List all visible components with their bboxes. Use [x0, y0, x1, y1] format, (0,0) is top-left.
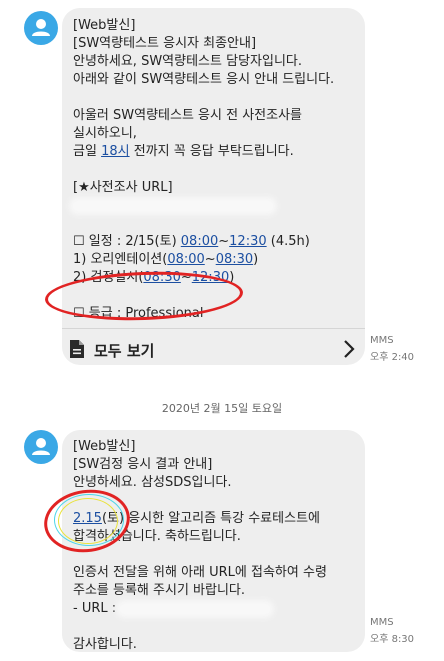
- message-body-2: [Web발신] [SW검정 응시 결과 안내] 안녕하세요. 삼성SDS입니다. 2.…: [73, 438, 357, 654]
- message-text: 인증서 전달을 위해 아래 URL에 접속하여 수령: [73, 565, 327, 580]
- message-text: 주소를 등록해 주시기 바랍니다.: [73, 583, 246, 598]
- message-line: 인증서 전달을 위해 아래 URL에 접속하여 수령: [73, 564, 357, 582]
- redacted-url[interactable]: [120, 603, 271, 614]
- message-line: [SW검정 응시 결과 안내]: [73, 456, 357, 474]
- message-text: 1) 오리엔테이션(: [73, 252, 168, 267]
- message-text: (토) 응시한 알고리즘 특강 수료테스트에: [101, 511, 320, 526]
- message-text: 감사합니다.: [73, 637, 137, 652]
- message-line: 아래와 같이 SW역량테스트 응시 안내 드립니다.: [73, 71, 357, 89]
- message-line: 안녕하세요. 삼성SDS입니다.: [73, 474, 357, 492]
- person-icon: [32, 19, 50, 36]
- bubble-divider: [62, 328, 365, 329]
- message-link[interactable]: 08:30: [216, 252, 253, 267]
- message-line: [73, 215, 357, 233]
- message-text: - URL :: [73, 601, 121, 616]
- message-text: (4.5h): [266, 234, 310, 249]
- message-line: [73, 618, 357, 636]
- message-line: - URL :: [73, 600, 357, 618]
- sender-avatar[interactable]: [24, 430, 58, 464]
- person-icon: [32, 438, 50, 455]
- message-text: ☐ 일정 : 2/15(토): [73, 234, 181, 249]
- message-line: [★사전조사 URL]: [73, 179, 357, 197]
- message-text: [Web발신]: [73, 18, 136, 33]
- message-line: ☐ 일정 : 2/15(토) 08:00~12:30 (4.5h): [73, 233, 357, 251]
- message-line: [73, 197, 357, 215]
- message-time: 오후 2:40: [370, 352, 415, 363]
- message-line: [Web발신]: [73, 438, 357, 456]
- redacted-url[interactable]: [73, 200, 273, 211]
- message-text: [★사전조사 URL]: [73, 180, 173, 195]
- message-text: 아울러 SW역량테스트 응시 전 사전조사를: [73, 108, 302, 123]
- message-text: [SW역량테스트 응시자 최종안내]: [73, 36, 257, 51]
- message-type: MMS: [370, 335, 394, 346]
- date-separator: 2020년 2월 15일 토요일: [161, 402, 283, 415]
- message-link[interactable]: 12:30: [229, 234, 266, 249]
- view-all-label: 모두 보기: [94, 342, 155, 360]
- message-text: [SW검정 응시 결과 안내]: [73, 457, 213, 472]
- message-time: 오후 8:30: [370, 634, 415, 645]
- message-line: 아울러 SW역량테스트 응시 전 사전조사를: [73, 107, 357, 125]
- message-line: 안녕하세요, SW역량테스트 담당자입니다.: [73, 53, 357, 71]
- message-line: [73, 89, 357, 107]
- message-text: 안녕하세요. 삼성SDS입니다.: [73, 475, 232, 490]
- message-line: 감사합니다.: [73, 636, 357, 654]
- message-link[interactable]: 08:00: [181, 234, 218, 249]
- message-line: [73, 161, 357, 179]
- message-line: 주소를 등록해 주시기 바랍니다.: [73, 582, 357, 600]
- message-text: 전까지 꼭 응답 부탁드립니다.: [129, 144, 294, 159]
- message-line: 금일 18시 전까지 꼭 응답 부탁드립니다.: [73, 143, 357, 161]
- yellow-annotation-circle: [58, 498, 118, 544]
- message-link[interactable]: 18시: [101, 144, 130, 159]
- message-text: 금일: [73, 144, 102, 159]
- message-text: [Web발신]: [73, 439, 136, 454]
- message-line: 1) 오리엔테이션(08:00~08:30): [73, 251, 357, 269]
- message-meta-2: MMS 오후 8:30: [370, 617, 420, 646]
- message-meta-1: MMS 오후 2:40: [370, 335, 420, 364]
- sender-avatar[interactable]: [24, 11, 58, 45]
- message-line: 실시하오니,: [73, 125, 357, 143]
- document-icon: [70, 340, 84, 358]
- message-text: 아래와 같이 SW역량테스트 응시 안내 드립니다.: [73, 72, 335, 87]
- message-text: ~: [204, 252, 216, 267]
- message-line: [SW역량테스트 응시자 최종안내]: [73, 35, 357, 53]
- message-text: 안녕하세요, SW역량테스트 담당자입니다.: [73, 54, 302, 69]
- view-all-button[interactable]: 모두 보기: [62, 330, 365, 368]
- message-link[interactable]: 08:00: [167, 252, 204, 267]
- message-type: MMS: [370, 617, 394, 628]
- message-text: ~: [218, 234, 230, 249]
- message-line: [Web발신]: [73, 17, 357, 35]
- message-text: 실시하오니,: [73, 126, 137, 141]
- message-line: [73, 546, 357, 564]
- chevron-right-icon: [344, 340, 355, 358]
- message-text: ): [253, 252, 259, 267]
